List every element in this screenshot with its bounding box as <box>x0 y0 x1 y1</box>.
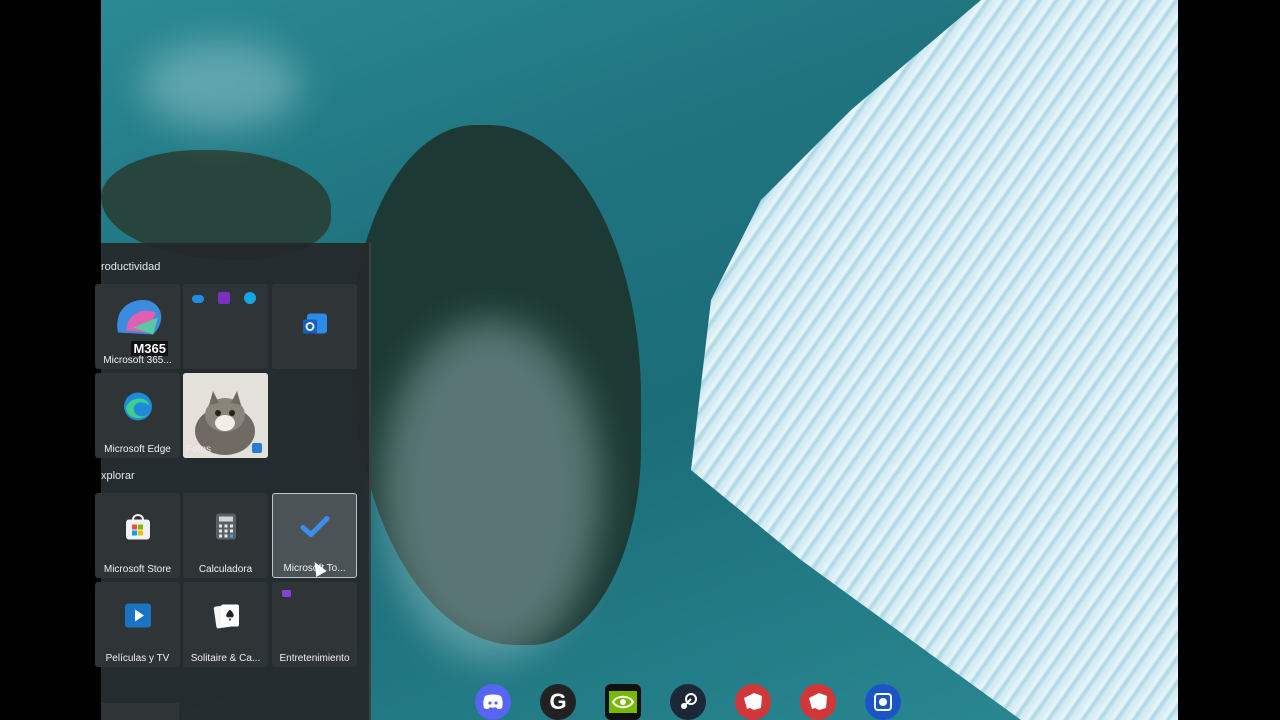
tile-peliculas-y-tv[interactable]: Películas y TV <box>95 582 180 667</box>
tile-microsoft-edge[interactable]: Microsoft Edge <box>95 373 180 458</box>
glacier <box>691 0 1178 720</box>
onenote-icon <box>218 292 230 304</box>
section-label-explorar: xplorar <box>101 470 135 482</box>
logitech-g-icon[interactable]: G <box>540 684 576 720</box>
start-menu: roductividad M365 Microsoft 365... Micro… <box>95 243 371 720</box>
tile-label: Calculadora <box>198 564 253 575</box>
tile-label: Entretenimiento <box>279 653 350 664</box>
photos-app-icon <box>252 443 262 453</box>
tile-label: Películas y TV <box>105 653 170 664</box>
snipping-tool-icon[interactable] <box>865 684 901 720</box>
tile-microsoft-365[interactable]: M365 Microsoft 365... <box>95 284 180 369</box>
nvidia-icon[interactable] <box>605 684 641 720</box>
tile-outlook[interactable] <box>272 284 357 369</box>
tile-calculadora[interactable]: Calculadora <box>183 493 268 578</box>
mist <box>141 40 301 130</box>
entertainment-folder-icon <box>282 590 291 597</box>
store-icon <box>123 511 153 546</box>
edge-icon <box>122 390 154 427</box>
tile-fotos[interactable]: Fotos <box>183 373 268 458</box>
discord-icon[interactable] <box>475 684 511 720</box>
movies-play-icon <box>123 601 153 634</box>
tile-solitaire[interactable]: Solitaire & Ca... <box>183 582 268 667</box>
skype-icon <box>244 292 256 304</box>
cards-icon <box>211 601 241 634</box>
tile-label: Microsoft Store <box>103 564 172 575</box>
mist <box>381 320 601 660</box>
taskbar-pinned-apps: G <box>475 684 901 720</box>
section-label-productividad: roductividad <box>101 261 161 273</box>
steam-icon[interactable] <box>670 684 706 720</box>
onedrive-icon <box>192 295 204 303</box>
office-apps-folder-icon <box>192 292 256 304</box>
riot-games-icon[interactable] <box>800 684 836 720</box>
riot-client-icon[interactable] <box>735 684 771 720</box>
microsoft-365-icon <box>108 292 168 347</box>
tile-office-apps-folder[interactable] <box>183 284 268 369</box>
tile-label: Microsoft 365... <box>103 355 172 366</box>
outlook-icon <box>301 311 329 342</box>
tile-label: Solitaire & Ca... <box>190 653 261 664</box>
todo-check-icon <box>300 514 330 543</box>
calculator-icon <box>215 512 237 545</box>
start-menu-bottom-tile[interactable] <box>101 703 179 720</box>
tile-entretenimiento[interactable]: Entretenimiento <box>272 582 357 667</box>
tile-microsoft-store[interactable]: Microsoft Store <box>95 493 180 578</box>
tile-label: Microsoft Edge <box>104 444 171 455</box>
m365-badge: M365 <box>131 341 168 356</box>
